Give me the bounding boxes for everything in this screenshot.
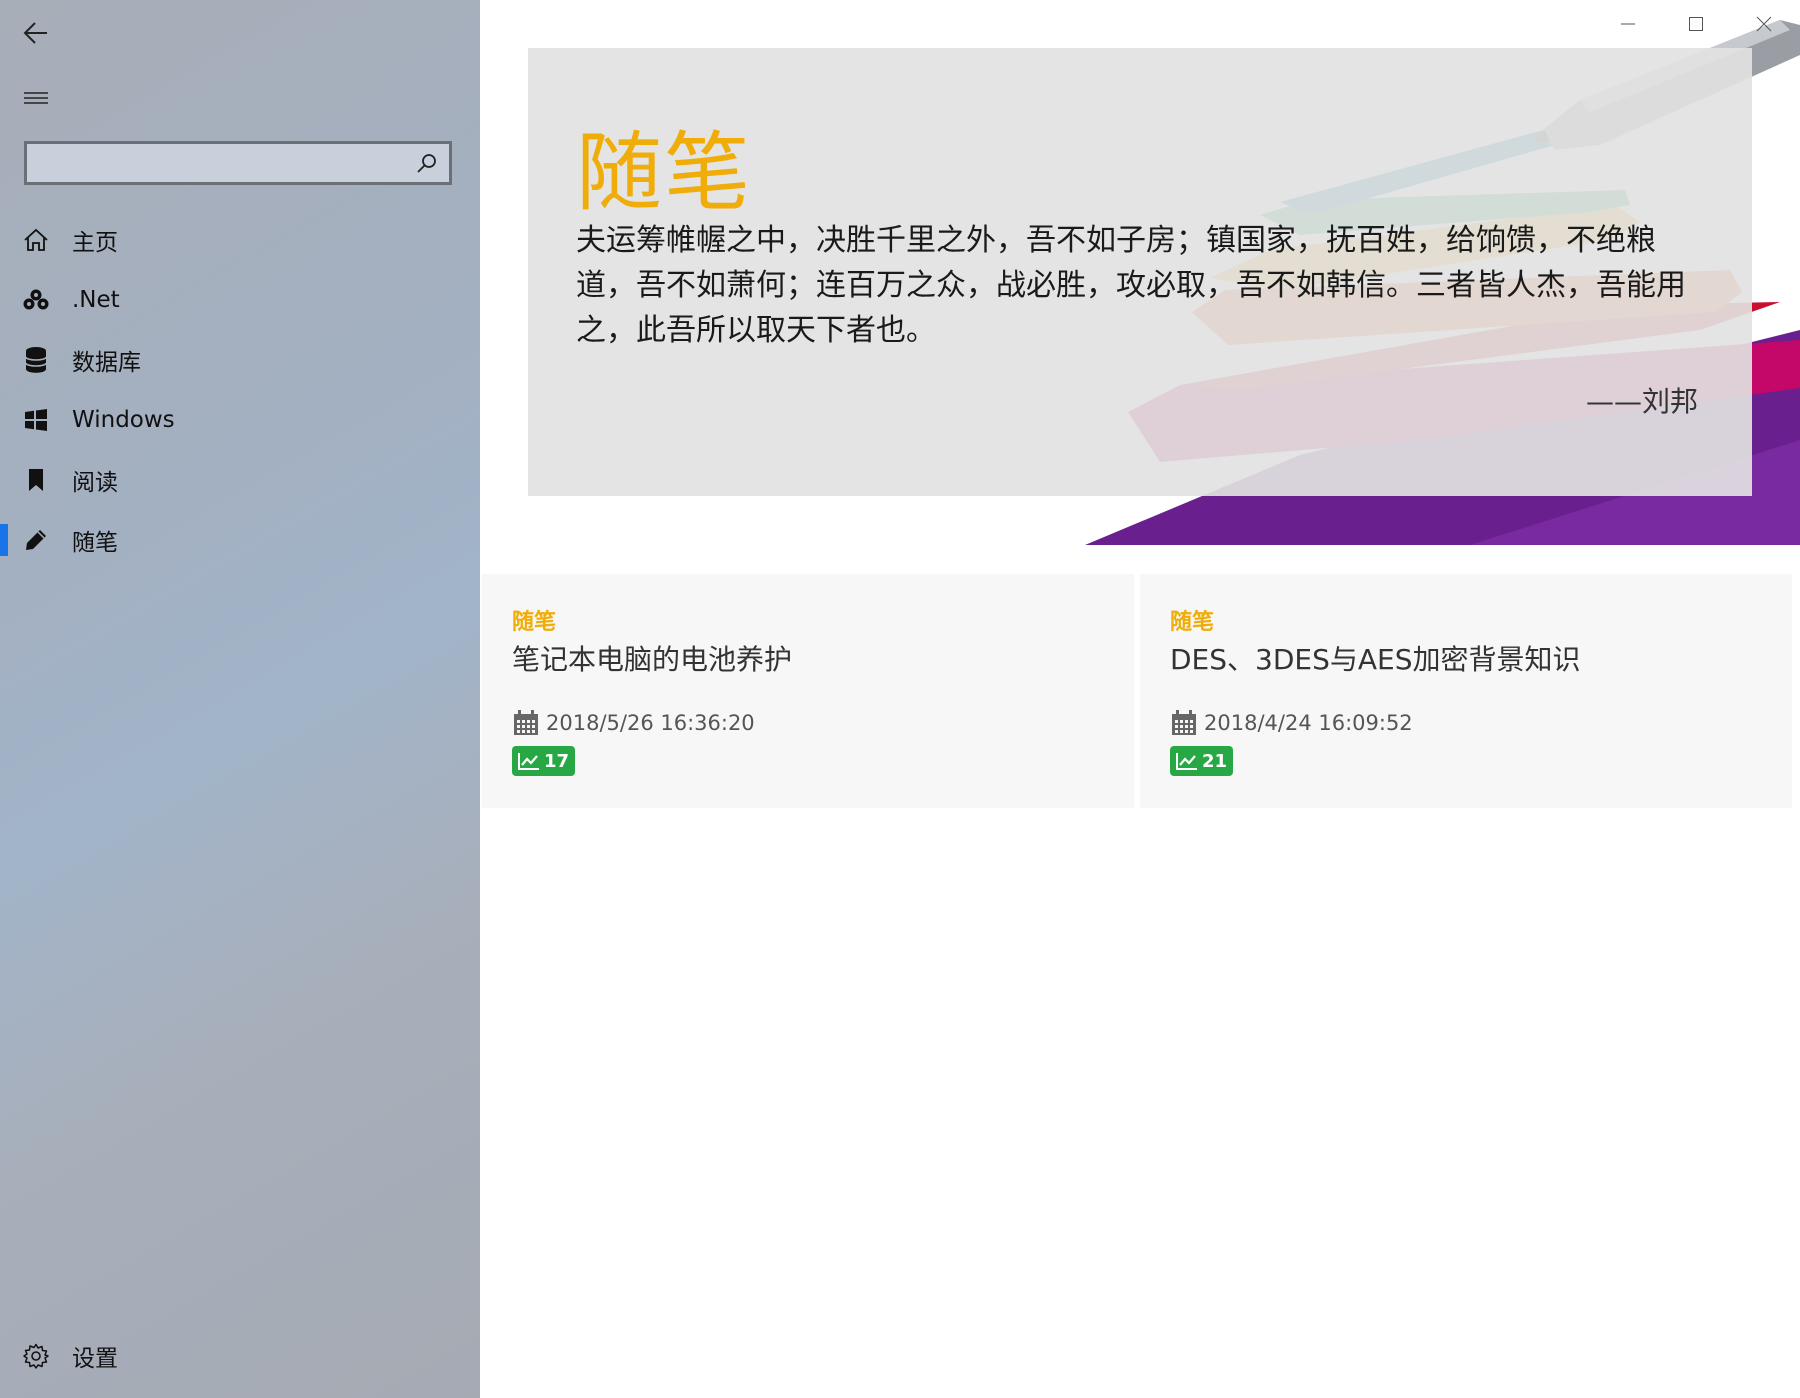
maximize-button[interactable] <box>1668 6 1724 42</box>
minimize-icon <box>1621 23 1635 25</box>
calendar-icon <box>514 710 538 735</box>
windows-logo-icon <box>0 390 72 450</box>
line-chart-icon <box>518 753 539 770</box>
back-arrow-icon <box>23 22 47 44</box>
view-count-badge: 21 <box>1170 746 1234 776</box>
sidebar-item-windows[interactable]: Windows <box>0 390 480 450</box>
close-button[interactable] <box>1736 6 1792 42</box>
minimize-button[interactable] <box>1600 6 1656 42</box>
hero-author: ——刘邦 <box>1586 385 1699 418</box>
view-count-badge: 17 <box>512 746 576 776</box>
post-title[interactable]: 笔记本电脑的电池养护 <box>512 638 1104 684</box>
sidebar-item-label: 随笔 <box>72 530 118 556</box>
back-button[interactable] <box>14 14 58 52</box>
sidebar-item-settings[interactable]: 设置 <box>0 1326 480 1386</box>
sidebar-item-label: 数据库 <box>72 350 141 376</box>
sidebar-item-reading[interactable]: 阅读 <box>0 450 480 510</box>
navigation-pane: 主页 .Net 数据库 Windows 阅读 随笔 设置 <box>0 0 480 1398</box>
sidebar-item-essays[interactable]: 随笔 <box>0 510 480 570</box>
gear-icon <box>0 1326 72 1386</box>
bookmark-icon <box>0 450 72 510</box>
sidebar-item-label: Windows <box>72 407 175 433</box>
post-category: 随笔 <box>512 610 557 635</box>
maximize-icon <box>1689 17 1703 31</box>
post-category: 随笔 <box>1170 610 1215 635</box>
post-title[interactable]: DES、3DES与AES加密背景知识 <box>1170 638 1762 684</box>
sidebar-item-label: .Net <box>72 287 120 313</box>
calendar-icon <box>1172 710 1196 735</box>
sidebar-item-home[interactable]: 主页 <box>0 210 480 270</box>
post-date: 2018/4/24 16:09:52 <box>1204 711 1413 735</box>
post-date: 2018/5/26 16:36:20 <box>546 711 755 735</box>
hamburger-icon <box>24 92 48 104</box>
post-date-row: 2018/5/26 16:36:20 <box>512 706 1104 740</box>
nav-list: 主页 .Net 数据库 Windows 阅读 随笔 <box>0 210 480 570</box>
hero-quote: 夫运筹帷幄之中，决胜千里之外，吾不如子房；镇国家，抚百姓，给饷馈，不绝粮道，吾不… <box>576 223 1686 348</box>
line-chart-icon <box>1176 753 1197 770</box>
sidebar-item-dotnet[interactable]: .Net <box>0 270 480 330</box>
sidebar-item-label: 主页 <box>72 230 118 256</box>
view-count: 21 <box>1202 750 1228 772</box>
home-icon <box>0 210 72 270</box>
search-box <box>24 141 452 185</box>
sidebar-item-label: 阅读 <box>72 470 118 496</box>
database-icon <box>0 330 72 390</box>
search-icon[interactable] <box>415 152 439 176</box>
dotnet-icon <box>0 270 72 330</box>
close-icon <box>1756 16 1772 32</box>
search-input[interactable] <box>27 144 421 182</box>
sidebar-item-database[interactable]: 数据库 <box>0 330 480 390</box>
view-count: 17 <box>544 750 570 772</box>
hero-title: 随笔 <box>576 123 752 223</box>
hamburger-menu-button[interactable] <box>14 78 58 118</box>
post-card[interactable]: 随笔 DES、3DES与AES加密背景知识 2018/4/24 16:09:52… <box>1140 574 1792 808</box>
pencil-icon <box>0 510 72 570</box>
post-date-row: 2018/4/24 16:09:52 <box>1170 706 1762 740</box>
post-card[interactable]: 随笔 笔记本电脑的电池养护 2018/5/26 16:36:20 17 <box>482 574 1134 808</box>
sidebar-item-label: 设置 <box>72 1346 118 1372</box>
